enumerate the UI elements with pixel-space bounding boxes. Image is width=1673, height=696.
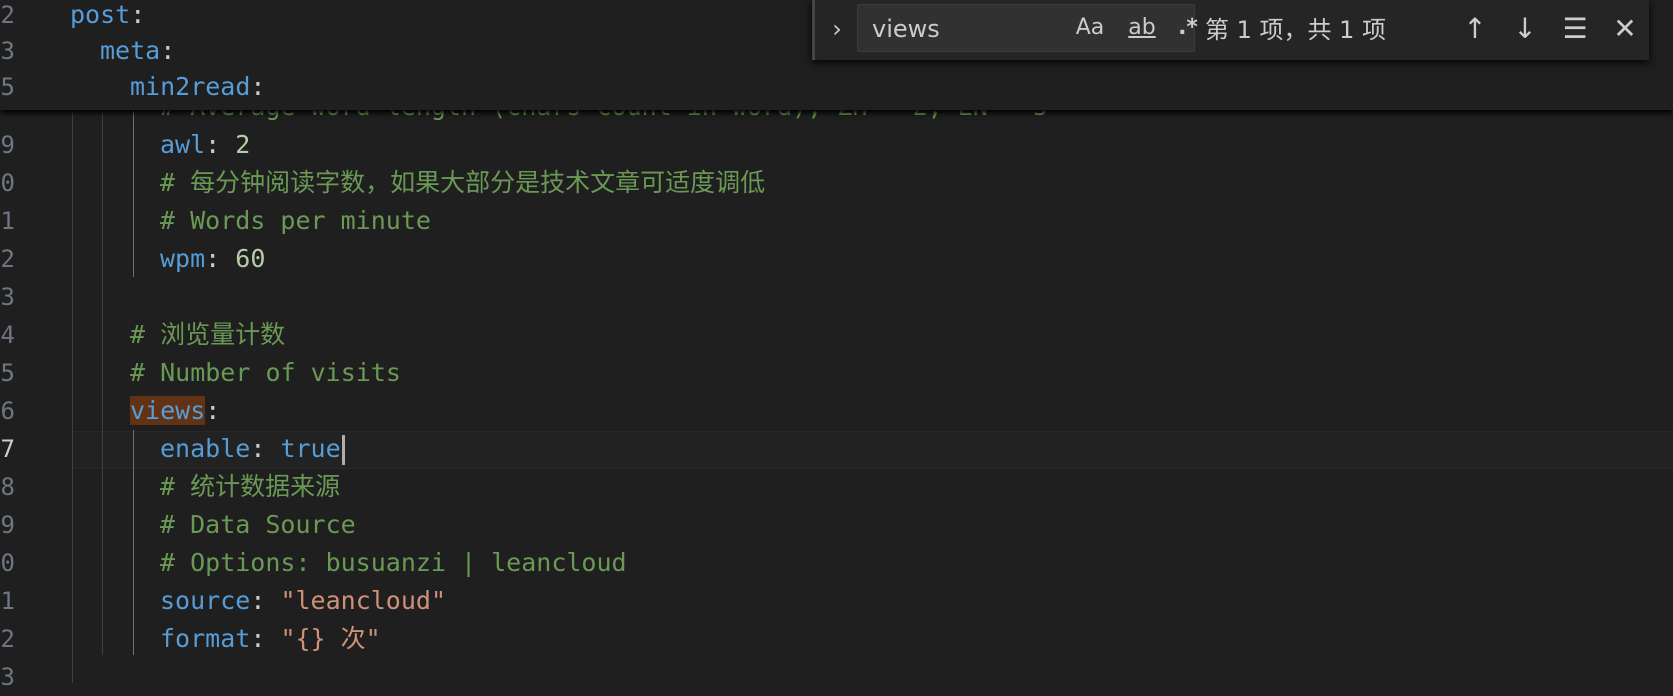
yaml-colon: :: [205, 396, 221, 425]
yaml-key: views: [130, 396, 206, 425]
line-number: 82: [0, 245, 15, 273]
yaml-colon: :: [130, 0, 146, 29]
line-number: 90: [0, 549, 15, 577]
line-number: 43: [0, 37, 15, 65]
line-number: 86: [0, 397, 15, 425]
yaml-key: format: [160, 624, 251, 653]
code-line[interactable]: 86 views:: [0, 392, 1673, 430]
yaml-value: "leancloud": [280, 586, 447, 615]
code-content: # Options: busuanzi | leancloud: [160, 544, 627, 582]
yaml-value: 60: [235, 244, 266, 273]
line-number: 83: [0, 283, 15, 311]
code-line[interactable]: 80 # 每分钟阅读字数，如果大部分是技术文章可适度调低: [0, 164, 1673, 202]
code-line[interactable]: 88 # 统计数据来源: [0, 468, 1673, 506]
yaml-key: source: [160, 586, 251, 615]
line-number: 42: [0, 1, 15, 29]
close-icon[interactable]: ✕: [1605, 10, 1645, 48]
yaml-key: min2read: [130, 72, 251, 101]
yaml-value: "{} 次": [280, 624, 381, 653]
line-number: 85: [0, 359, 15, 387]
code-line[interactable]: 87 enable: true: [0, 430, 1673, 468]
code-line[interactable]: 92 format: "{} 次": [0, 620, 1673, 658]
code-content: # Words per minute: [160, 202, 431, 240]
yaml-space: [220, 130, 235, 159]
code-content: wpm: 60: [160, 240, 265, 278]
find-widget: › Aa ab .* 第 1 项，共 1 项 ↑ ↓ ☰ ✕: [812, 0, 1649, 60]
yaml-colon: :: [250, 434, 266, 463]
find-in-selection-icon[interactable]: ☰: [1555, 10, 1595, 48]
arrow-down-icon[interactable]: ↓: [1505, 10, 1545, 48]
yaml-key: post: [70, 0, 131, 29]
line-number: 91: [0, 587, 15, 615]
yaml-comment: # Options: busuanzi | leancloud: [160, 548, 627, 577]
code-content: # 统计数据来源: [160, 468, 340, 506]
code-line[interactable]: 84 # 浏览量计数: [0, 316, 1673, 354]
line-number: 79: [0, 131, 15, 159]
yaml-comment: # Words per minute: [160, 206, 431, 235]
yaml-colon: :: [205, 244, 221, 273]
code-content: # 每分钟阅读字数，如果大部分是技术文章可适度调低: [160, 164, 765, 202]
yaml-colon: :: [205, 130, 221, 159]
find-input[interactable]: [870, 5, 1064, 53]
match-count: 第 1 项，共 1 项: [1205, 16, 1387, 44]
yaml-space: [265, 434, 280, 463]
code-content: enable: true: [160, 430, 345, 468]
code-line[interactable]: 93: [0, 658, 1673, 696]
line-number: 93: [0, 663, 15, 691]
yaml-space: [220, 244, 235, 273]
code-content: awl: 2: [160, 126, 250, 164]
find-input-container: Aa ab .*: [857, 4, 1198, 53]
yaml-comment: # 统计数据来源: [160, 472, 341, 501]
match-case-toggle[interactable]: Aa: [1070, 13, 1110, 43]
yaml-comment: # Data Source: [160, 510, 356, 539]
code-line[interactable]: 81 # Words per minute: [0, 202, 1673, 240]
code-line[interactable]: 91 source: "leancloud": [0, 582, 1673, 620]
sticky-line[interactable]: 75 min2read:: [0, 68, 1673, 106]
yaml-colon: :: [250, 624, 266, 653]
code-line[interactable]: 79 awl: 2: [0, 126, 1673, 164]
line-number: 80: [0, 169, 15, 197]
yaml-comment: # 浏览量计数: [130, 320, 286, 349]
line-number: 75: [0, 73, 15, 101]
yaml-colon: :: [250, 586, 266, 615]
yaml-value: 2: [235, 130, 251, 159]
line-number: 89: [0, 511, 15, 539]
yaml-key: meta: [100, 36, 161, 65]
yaml-key: enable: [160, 434, 251, 463]
code-content: min2read:: [130, 68, 265, 106]
yaml-colon: :: [250, 72, 266, 101]
line-number: 92: [0, 625, 15, 653]
yaml-space: [265, 624, 280, 653]
arrow-up-icon[interactable]: ↑: [1455, 10, 1495, 48]
code-content: source: "leancloud": [160, 582, 446, 620]
yaml-key: wpm: [160, 244, 206, 273]
yaml-value: true: [280, 434, 341, 463]
code-content: format: "{} 次": [160, 620, 381, 658]
chevron-right-icon[interactable]: ›: [825, 10, 849, 48]
text-cursor: [341, 435, 345, 465]
regex-toggle[interactable]: .*: [1168, 13, 1208, 43]
yaml-key: awl: [160, 130, 206, 159]
line-number: 88: [0, 473, 15, 501]
code-content: meta:: [100, 32, 175, 70]
code-line[interactable]: 89 # Data Source: [0, 506, 1673, 544]
whole-word-toggle[interactable]: ab: [1120, 13, 1164, 43]
code-line[interactable]: 90 # Options: busuanzi | leancloud: [0, 544, 1673, 582]
code-line[interactable]: 82 wpm: 60: [0, 240, 1673, 278]
code-content: post:: [70, 0, 145, 34]
code-line[interactable]: 83: [0, 278, 1673, 316]
yaml-space: [265, 586, 280, 615]
line-number: 84: [0, 321, 15, 349]
code-content: # Number of visits: [130, 354, 401, 392]
line-number: 87: [0, 435, 15, 463]
line-number: 81: [0, 207, 15, 235]
code-content: # Data Source: [160, 506, 356, 544]
code-content: views:: [130, 392, 220, 430]
yaml-colon: :: [160, 36, 176, 65]
code-content: # 浏览量计数: [130, 316, 285, 354]
yaml-comment: # 每分钟阅读字数，如果大部分是技术文章可适度调低: [160, 168, 766, 197]
code-line[interactable]: 85 # Number of visits: [0, 354, 1673, 392]
yaml-comment: # Number of visits: [130, 358, 401, 387]
